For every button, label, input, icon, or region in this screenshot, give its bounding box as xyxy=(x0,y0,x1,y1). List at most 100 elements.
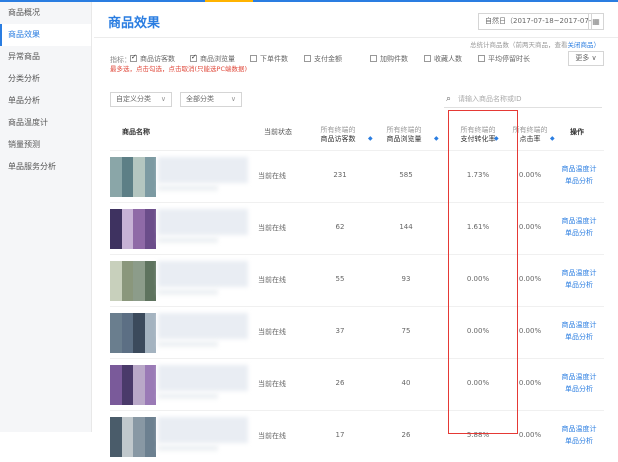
product-thumbnail[interactable] xyxy=(110,209,156,249)
chevron-down-icon: ∨ xyxy=(230,95,236,103)
ops-cell: 商品温度计 单品分析 xyxy=(556,371,602,395)
metric-checkbox-payment[interactable]: 支付金额 xyxy=(304,54,342,64)
checkbox-icon[interactable] xyxy=(478,55,485,62)
views-cell: 75 xyxy=(401,327,411,335)
metric-checkbox-cart[interactable]: 加购件数 xyxy=(370,54,408,64)
sidebar-item-forecast[interactable]: 销量预测 xyxy=(0,134,91,156)
visitors-cell: 17 xyxy=(335,431,345,439)
checkbox-icon[interactable] xyxy=(250,55,257,62)
page-header: 商品效果 自然日（2017-07-18~2017-07-18） ▦ xyxy=(94,2,618,38)
main-content: 商品效果 自然日（2017-07-18~2017-07-18） ▦ 总统计商品数… xyxy=(94,2,618,457)
category-select[interactable]: 自定义分类 ∨ xyxy=(110,92,172,107)
sort-icon[interactable]: ◆ xyxy=(550,134,555,143)
views-cell: 585 xyxy=(399,171,413,179)
thermometer-link[interactable]: 商品温度计 xyxy=(556,163,602,175)
product-id-blurred xyxy=(158,393,218,399)
product-name-blurred xyxy=(158,365,248,391)
product-thumbnail[interactable] xyxy=(110,261,156,301)
table-row: 当前在线 55 93 0.00% 0.00% 商品温度计 单品分析 xyxy=(110,254,604,306)
product-name-blurred xyxy=(158,261,248,287)
visitors-cell: 231 xyxy=(333,171,347,179)
checkbox-icon[interactable] xyxy=(370,55,377,62)
visitors-cell: 37 xyxy=(335,327,345,335)
visitors-cell: 62 xyxy=(335,223,345,231)
status-cell: 当前在线 xyxy=(258,432,286,440)
ops-cell: 商品温度计 单品分析 xyxy=(556,423,602,447)
more-metrics-button[interactable]: 更多 ∨ xyxy=(568,51,604,66)
page-title: 商品效果 xyxy=(108,16,161,31)
product-thumbnail[interactable] xyxy=(110,313,156,353)
sidebar: 商品概况 商品效果 异常商品 分类分析 单品分析 商品温度计 销量预测 单品服务… xyxy=(0,2,92,432)
product-thumbnail[interactable] xyxy=(110,417,156,457)
single-analysis-link[interactable]: 单品分析 xyxy=(556,175,602,187)
table-row: 当前在线 62 144 1.61% 0.00% 商品温度计 单品分析 xyxy=(110,202,604,254)
metrics-hint: 最多选，点击勾选，点击取消(只能选PC端数据) xyxy=(110,65,248,73)
ops-cell: 商品温度计 单品分析 xyxy=(556,215,602,239)
product-name-blurred xyxy=(158,209,248,235)
sidebar-item-thermometer[interactable]: 商品温度计 xyxy=(0,112,91,134)
date-range-picker[interactable]: 自然日（2017-07-18~2017-07-18） xyxy=(478,13,592,30)
product-name-blurred xyxy=(158,313,248,339)
sidebar-item-single[interactable]: 单品分析 xyxy=(0,90,91,112)
ops-cell: 商品温度计 单品分析 xyxy=(556,267,602,291)
ops-cell: 商品温度计 单品分析 xyxy=(556,163,602,187)
product-name-blurred xyxy=(158,417,248,443)
product-id-blurred xyxy=(158,237,218,243)
single-analysis-link[interactable]: 单品分析 xyxy=(556,227,602,239)
metric-checkbox-orders[interactable]: 下单件数 xyxy=(250,54,288,64)
col-header-views[interactable]: 所有终端的 商品浏览量 xyxy=(376,126,432,144)
checkbox-checked-icon[interactable] xyxy=(130,53,137,62)
single-analysis-link[interactable]: 单品分析 xyxy=(556,331,602,343)
views-cell: 93 xyxy=(401,275,411,283)
notice-link[interactable]: 关闭商品） xyxy=(568,41,601,49)
product-id-blurred xyxy=(158,289,218,295)
product-id-blurred xyxy=(158,445,218,451)
status-cell: 当前在线 xyxy=(258,172,286,180)
table-row: 当前在线 17 26 5.88% 0.00% 商品温度计 单品分析 xyxy=(110,410,604,462)
product-thumbnail[interactable] xyxy=(110,365,156,405)
visitors-cell: 26 xyxy=(335,379,345,387)
visitors-cell: 55 xyxy=(335,275,345,283)
table-row: 当前在线 26 40 0.00% 0.00% 商品温度计 单品分析 xyxy=(110,358,604,410)
sidebar-item-service[interactable]: 单品服务分析 xyxy=(0,156,91,178)
sidebar-item-effect[interactable]: 商品效果 xyxy=(0,24,91,46)
ops-cell: 商品温度计 单品分析 xyxy=(556,319,602,343)
table-row: 当前在线 37 75 0.00% 0.00% 商品温度计 单品分析 xyxy=(110,306,604,358)
single-analysis-link[interactable]: 单品分析 xyxy=(556,383,602,395)
single-analysis-link[interactable]: 单品分析 xyxy=(556,279,602,291)
thermometer-link[interactable]: 商品温度计 xyxy=(556,371,602,383)
checkbox-icon[interactable] xyxy=(304,55,311,62)
thermometer-link[interactable]: 商品温度计 xyxy=(556,319,602,331)
notice-text: 总统计商品数（前两天商品，查看关闭商品） xyxy=(470,41,601,49)
chevron-down-icon: ∨ xyxy=(160,95,166,103)
sidebar-item-abnormal[interactable]: 异常商品 xyxy=(0,46,91,68)
sort-icon[interactable]: ◆ xyxy=(434,134,439,143)
metric-checkbox-duration[interactable]: 平均停留时长 xyxy=(478,54,530,64)
search-input[interactable]: ⌕ 请输入商品名称或ID xyxy=(444,91,602,108)
checkbox-checked-icon[interactable] xyxy=(190,53,197,62)
sort-icon[interactable]: ◆ xyxy=(368,134,373,143)
col-header-visitors[interactable]: 所有终端的 商品访客数 xyxy=(310,126,366,144)
views-cell: 40 xyxy=(401,379,411,387)
single-analysis-link[interactable]: 单品分析 xyxy=(556,435,602,447)
product-thumbnail[interactable] xyxy=(110,157,156,197)
col-header-status: 当前状态 xyxy=(264,128,292,136)
status-cell: 当前在线 xyxy=(258,276,286,284)
status-cell: 当前在线 xyxy=(258,328,286,336)
status-cell: 当前在线 xyxy=(258,224,286,232)
chevron-down-icon: ∨ xyxy=(591,54,597,62)
product-id-blurred xyxy=(158,185,218,191)
metric-checkbox-favorites[interactable]: 收藏人数 xyxy=(424,54,462,64)
product-id-blurred xyxy=(158,341,218,347)
col-header-name: 商品名称 xyxy=(122,128,150,136)
highlight-box xyxy=(448,110,518,434)
calendar-icon[interactable]: ▦ xyxy=(588,13,604,30)
group-select[interactable]: 全部分类 ∨ xyxy=(180,92,242,107)
thermometer-link[interactable]: 商品温度计 xyxy=(556,267,602,279)
thermometer-link[interactable]: 商品温度计 xyxy=(556,423,602,435)
thermometer-link[interactable]: 商品温度计 xyxy=(556,215,602,227)
checkbox-icon[interactable] xyxy=(424,55,431,62)
sidebar-item-category[interactable]: 分类分析 xyxy=(0,68,91,90)
sidebar-item-overview[interactable]: 商品概况 xyxy=(0,2,91,24)
search-icon: ⌕ xyxy=(446,94,452,104)
